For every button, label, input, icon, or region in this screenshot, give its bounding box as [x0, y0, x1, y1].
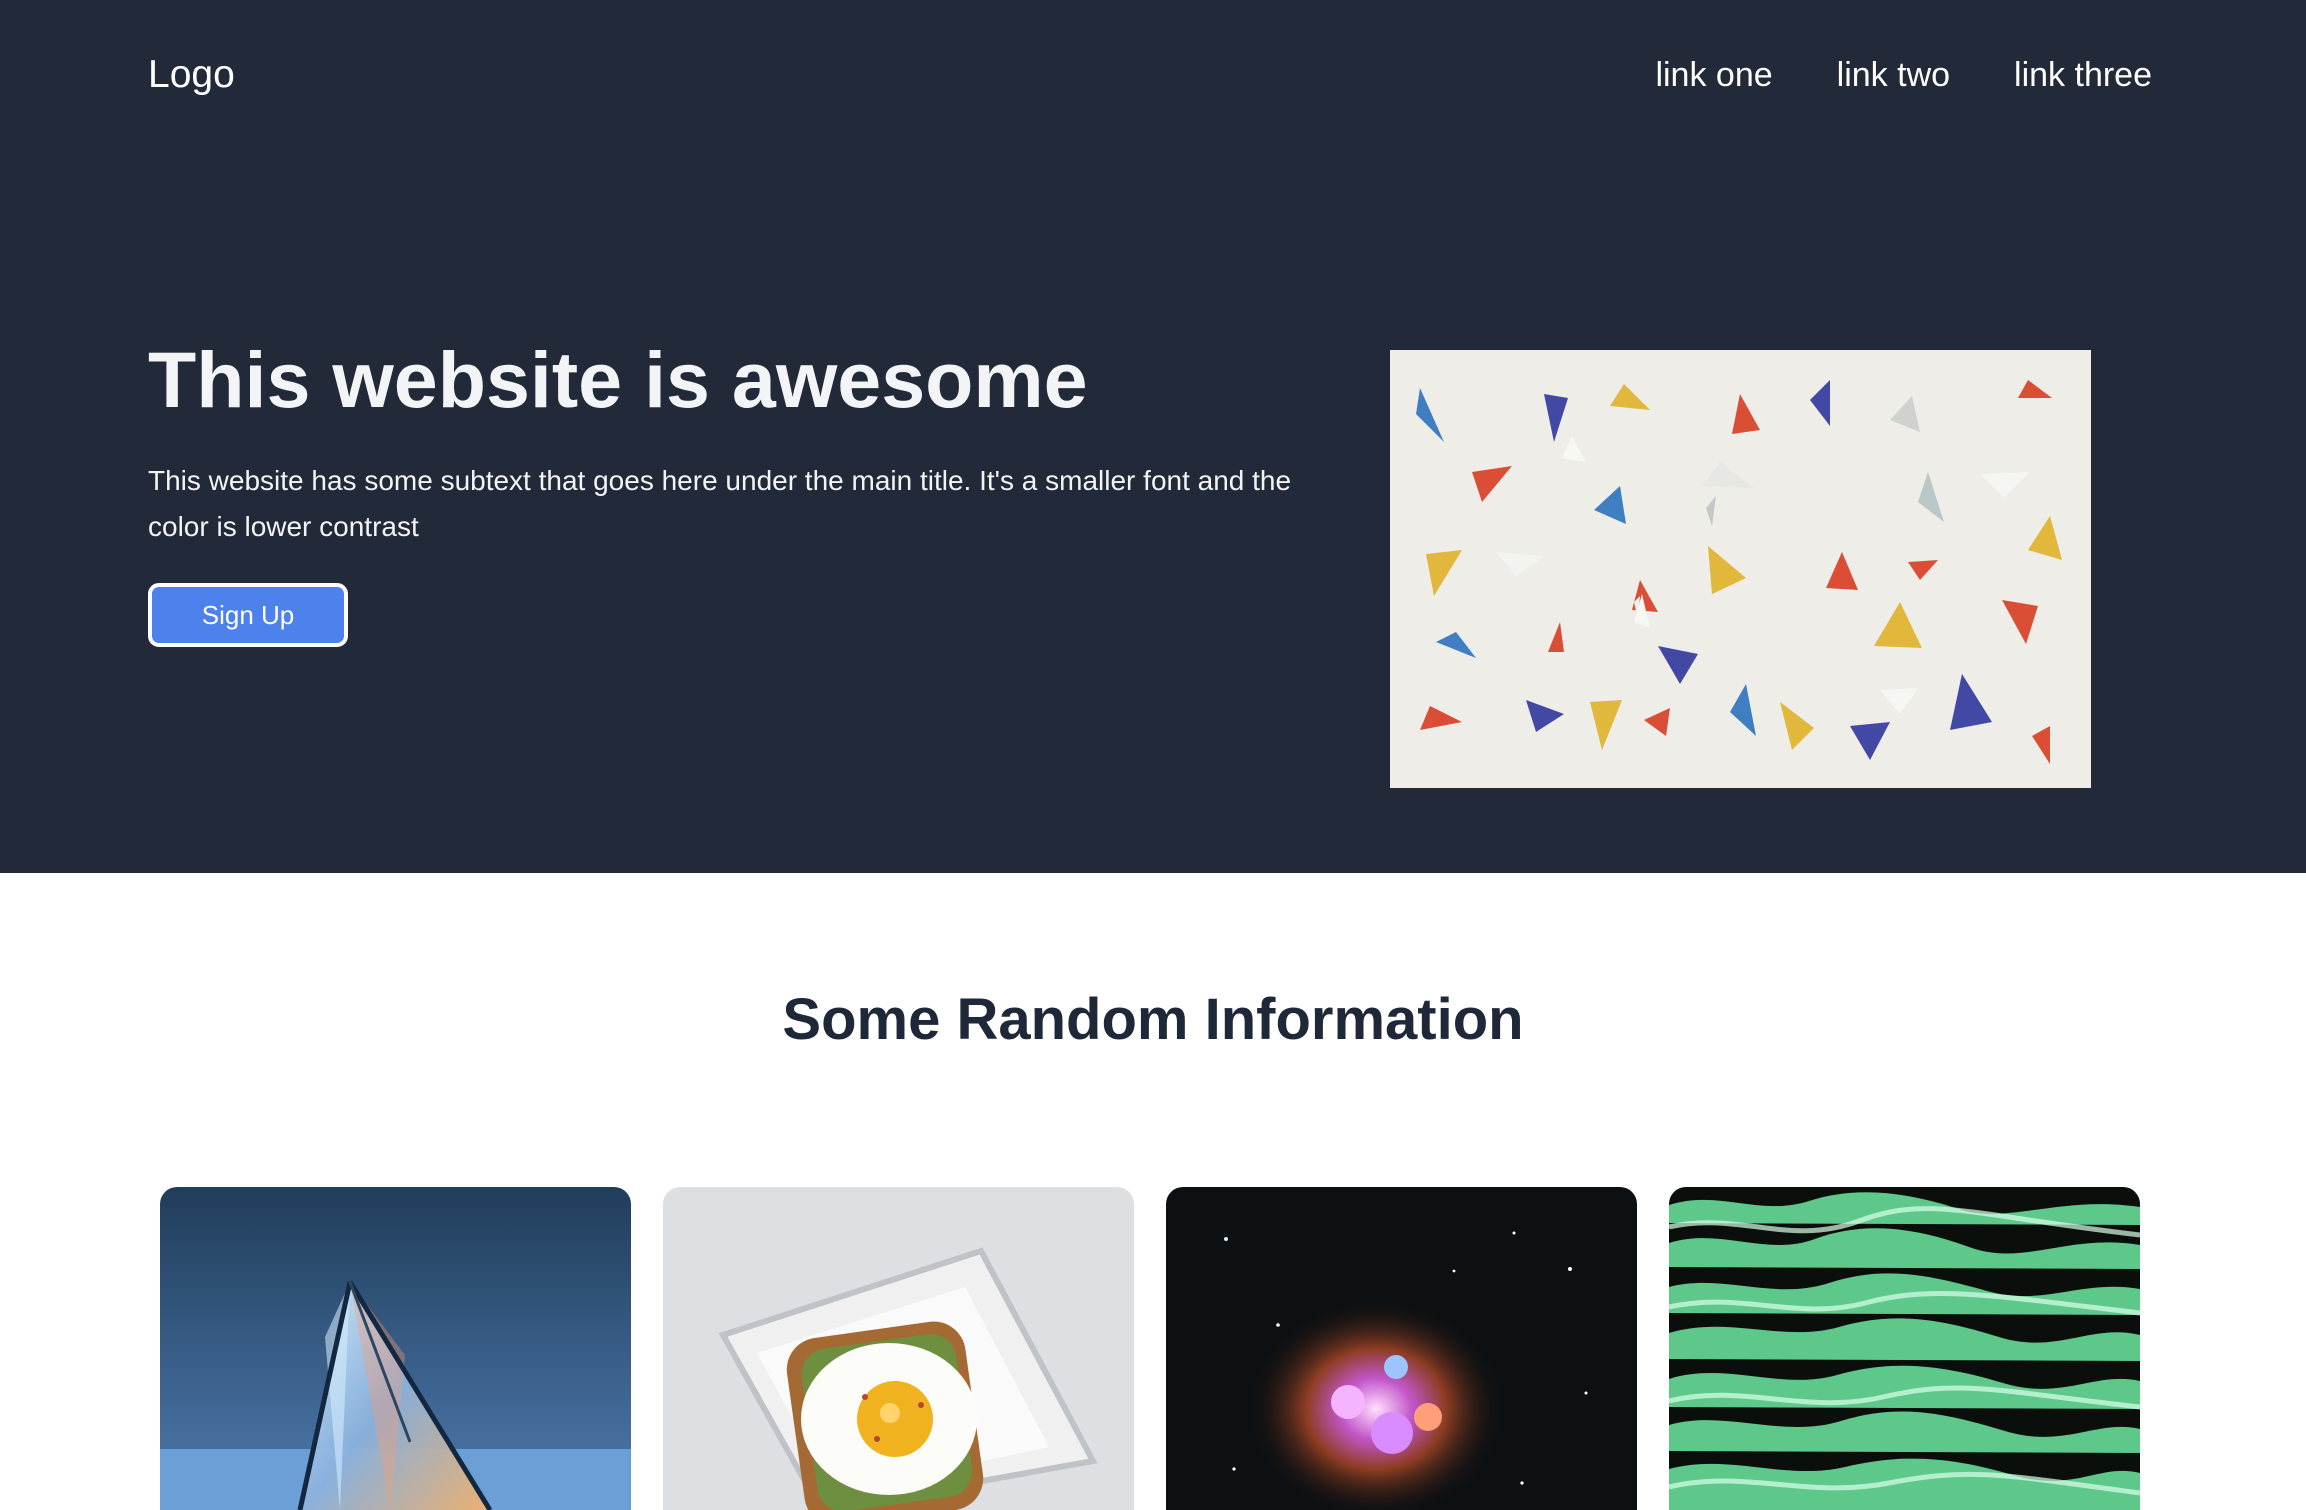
hero-section: Logo link one link two link three This w… [0, 0, 2306, 873]
card-nebula[interactable] [1166, 1187, 1637, 1510]
nav-link-three[interactable]: link three [2014, 48, 2152, 102]
prism-image [160, 1187, 631, 1510]
water-image [1669, 1187, 2140, 1510]
card-egg-toast[interactable] [663, 1187, 1134, 1510]
sign-up-button[interactable]: Sign Up [148, 583, 348, 647]
triangles-image [1390, 350, 2091, 788]
nav-link-two[interactable]: link two [1837, 48, 1950, 102]
site-logo[interactable]: Logo [148, 48, 235, 102]
nebula-image [1166, 1187, 1637, 1510]
egg-toast-image [663, 1187, 1134, 1510]
hero-image [1390, 350, 2091, 788]
card-prism[interactable] [160, 1187, 631, 1510]
hero-subtitle: This website has some subtext that goes … [148, 465, 1292, 542]
card-water[interactable] [1669, 1187, 2140, 1510]
hero-title: This website is awesome [148, 335, 1088, 424]
section-title: Some Random Information [782, 987, 1524, 1052]
nav-link-one[interactable]: link one [1655, 48, 1772, 102]
top-nav: link one link two link three [1655, 48, 2152, 102]
